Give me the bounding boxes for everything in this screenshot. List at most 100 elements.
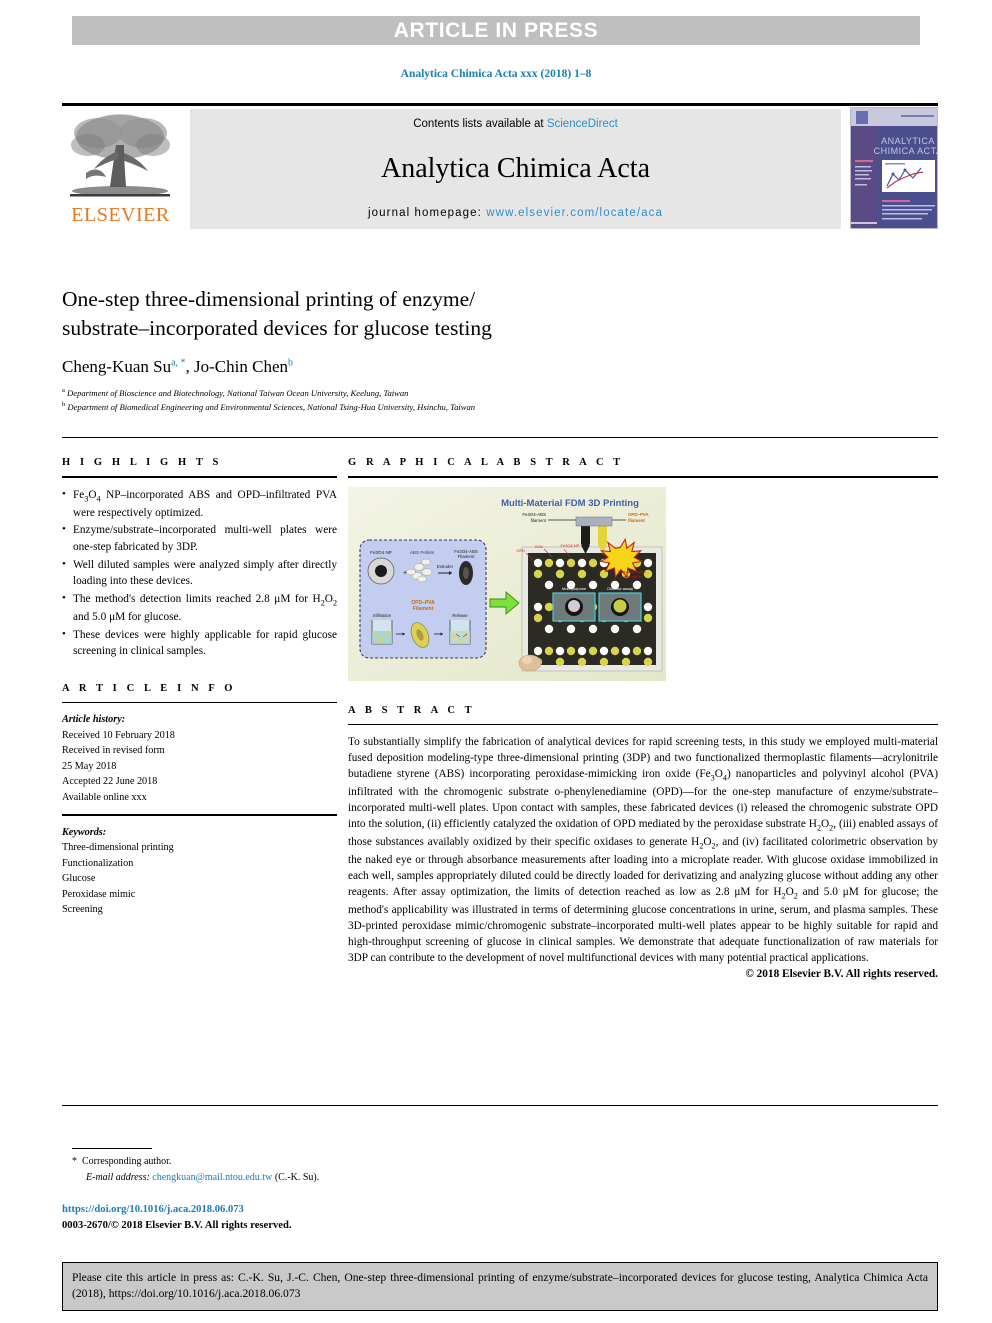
graphical-abstract-heading: G R A P H I C A L A B S T R A C T	[348, 457, 624, 468]
svg-text:Fe3O4-ABS: Fe3O4-ABS	[522, 512, 546, 517]
right-column: G R A P H I C A L A B S T R A C T Multi-…	[348, 457, 938, 980]
issn-copyright: 0003-2670/© 2018 Elsevier B.V. All right…	[62, 1219, 292, 1231]
elsevier-tree-icon	[70, 114, 170, 197]
keyword-item: Glucose	[62, 873, 96, 885]
keywords-label: Keywords:	[62, 826, 107, 838]
list-item: These devices were highly applicable for…	[62, 626, 337, 660]
footnotes-block: * Corresponding author. E-mail address: c…	[72, 1154, 632, 1186]
history-received: Received 10 February 2018	[62, 729, 175, 741]
footer-top-rule	[62, 1105, 938, 1106]
email-owner: (C.-K. Su).	[274, 1172, 320, 1184]
graphical-abstract-figure: Multi-Material FDM 3D Printing Fe3O4 NP …	[348, 486, 666, 681]
affiliation-a: a Department of Bioscience and Biotechno…	[62, 386, 938, 400]
homepage-prefix: journal homepage:	[368, 207, 487, 219]
article-in-press-label: ARTICLE IN PRESS	[393, 18, 599, 42]
journal-title: Analytica Chimica Acta	[380, 152, 651, 184]
list-item: Fe3O4 NP–incorporated ABS and OPD–infilt…	[62, 486, 337, 522]
title-block: One-step three-dimensional printing of e…	[62, 285, 938, 414]
keyword-item: Peroxidase mimic	[62, 888, 136, 900]
email-note: E-mail address: chengkuan@mail.ntou.edu.…	[72, 1170, 632, 1186]
abstract-rule	[348, 723, 938, 726]
svg-text:Filament: Filament	[413, 606, 434, 612]
keyword-item: Three-dimensional printing	[62, 842, 174, 854]
author-name-2: Jo-Chin Chen	[194, 357, 289, 377]
history-available-online: Available online xxx	[62, 791, 147, 803]
list-item: The method's detection limits reached 2.…	[62, 590, 337, 626]
svg-text:Fe3O4 NP: Fe3O4 NP	[370, 550, 392, 555]
graphical-abstract-image: Multi-Material FDM 3D Printing Fe3O4 NP …	[348, 486, 666, 681]
svg-text:Filament: Filament	[458, 554, 476, 559]
svg-text:Multi-purpose: Multi-purpose	[562, 586, 587, 591]
citation-text: Please cite this article in press as: C.…	[72, 1271, 928, 1301]
journal-masthead: ELSEVIER Contents lists available at Sci…	[62, 103, 938, 231]
asterisk-icon: *	[72, 1156, 77, 1167]
content-top-rule	[62, 437, 938, 438]
author-2-marks[interactable]: b	[288, 358, 293, 369]
email-link[interactable]: chengkuan@mail.ntou.edu.tw	[152, 1172, 272, 1183]
corresponding-author-note: * Corresponding author.	[72, 1154, 632, 1170]
author-1-marks[interactable]: a, *	[171, 358, 185, 369]
article-info-rule	[62, 701, 337, 704]
svg-text:Extruder: Extruder	[437, 564, 454, 569]
svg-text:Glucose assay: Glucose assay	[607, 586, 633, 591]
email-label: E-mail address:	[86, 1172, 150, 1184]
doi-block: https://doi.org/10.1016/j.aca.2018.06.07…	[62, 1202, 292, 1234]
list-item: Enzyme/substrate–incorporated multi-well…	[62, 521, 337, 555]
author-name-1: Cheng-Kuan Su	[62, 357, 172, 377]
abstract-copyright: © 2018 Elsevier B.V. All rights reserved…	[745, 967, 938, 980]
masthead-center-panel: Contents lists available at ScienceDirec…	[190, 109, 841, 229]
footnote-rule	[72, 1148, 152, 1149]
svg-text:filament: filament	[531, 518, 547, 523]
paper-title-line-1: One-step three-dimensional printing of e…	[62, 287, 476, 311]
affiliation-a-mark: a	[62, 387, 65, 395]
corresponding-author-label: Corresponding author.	[82, 1156, 172, 1167]
svg-text:filament: filament	[628, 518, 645, 523]
affiliation-a-text: Department of Bioscience and Biotechnolo…	[67, 388, 409, 399]
svg-text:Fe3O4 NP: Fe3O4 NP	[561, 543, 580, 548]
abstract-heading: A B S T R A C T	[348, 704, 476, 716]
elsevier-wordmark: ELSEVIER	[71, 204, 170, 226]
sciencedirect-link[interactable]: ScienceDirect	[547, 118, 618, 130]
history-accepted: Accepted 22 June 2018	[62, 776, 158, 788]
svg-text:CHIMICA ACTA: CHIMICA ACTA	[874, 146, 938, 156]
journal-homepage-line: journal homepage: www.elsevier.com/locat…	[368, 207, 663, 219]
contents-available-line: Contents lists available at ScienceDirec…	[413, 118, 618, 130]
affiliation-b-text: Department of Biomedical Engineering and…	[67, 401, 476, 412]
svg-text:Release: Release	[452, 613, 468, 618]
article-history-block: Article history: Received 10 February 20…	[62, 712, 337, 805]
affiliation-b: b Department of Biomedical Engineering a…	[62, 400, 938, 414]
svg-text:GOx: GOx	[535, 544, 543, 549]
author-list: Cheng-Kuan Sua, *, Jo-Chin Chenb	[62, 357, 294, 377]
page-title: One-step three-dimensional printing of e…	[62, 285, 938, 343]
svg-text:OPD–PVA: OPD–PVA	[628, 512, 649, 517]
history-revised-date: 25 May 2018	[62, 760, 117, 772]
keyword-item: Screening	[62, 904, 103, 916]
keywords-block: Keywords: Three-dimensional printing Fun…	[62, 825, 337, 918]
article-info-heading: A R T I C L E I N F O	[62, 682, 237, 694]
elsevier-logo: ELSEVIER	[62, 109, 179, 229]
svg-text:Infiltration: Infiltration	[373, 613, 392, 618]
citation-box: Please cite this article in press as: C.…	[62, 1262, 938, 1311]
graphical-abstract-rule	[348, 476, 938, 478]
contents-prefix: Contents lists available at	[413, 118, 547, 130]
svg-text:OPD: OPD	[516, 548, 525, 553]
doi-link[interactable]: https://doi.org/10.1016/j.aca.2018.06.07…	[62, 1202, 292, 1218]
masthead-top-rule	[62, 103, 938, 106]
highlights-heading: H I G H L I G H T S	[62, 457, 222, 468]
affiliations: a Department of Bioscience and Biotechno…	[62, 386, 938, 413]
journal-cover-art: ANALYTICA CHIMICA ACTA	[851, 108, 938, 228]
affiliation-b-mark: b	[62, 401, 66, 409]
article-history-label: Article history:	[62, 714, 126, 726]
homepage-url-link[interactable]: www.elsevier.com/locate/aca	[486, 207, 663, 219]
keywords-divider	[62, 814, 337, 816]
svg-text:ABS Pellets: ABS Pellets	[410, 550, 435, 555]
abstract-text: To substantially simplify the fabricatio…	[348, 736, 939, 964]
svg-text:well plate: well plate	[622, 575, 640, 579]
svg-text:ANALYTICA: ANALYTICA	[881, 136, 935, 146]
svg-text:Multi-Material FDM 3D Printing: Multi-Material FDM 3D Printing	[501, 498, 639, 509]
keyword-item: Functionalization	[62, 857, 134, 869]
svg-text:One-step multi-: One-step multi-	[618, 570, 647, 574]
highlights-rule	[62, 476, 337, 478]
history-revised: Received in revised form	[62, 745, 165, 757]
highlights-list: Fe3O4 NP–incorporated ABS and OPD–infilt…	[62, 486, 337, 660]
